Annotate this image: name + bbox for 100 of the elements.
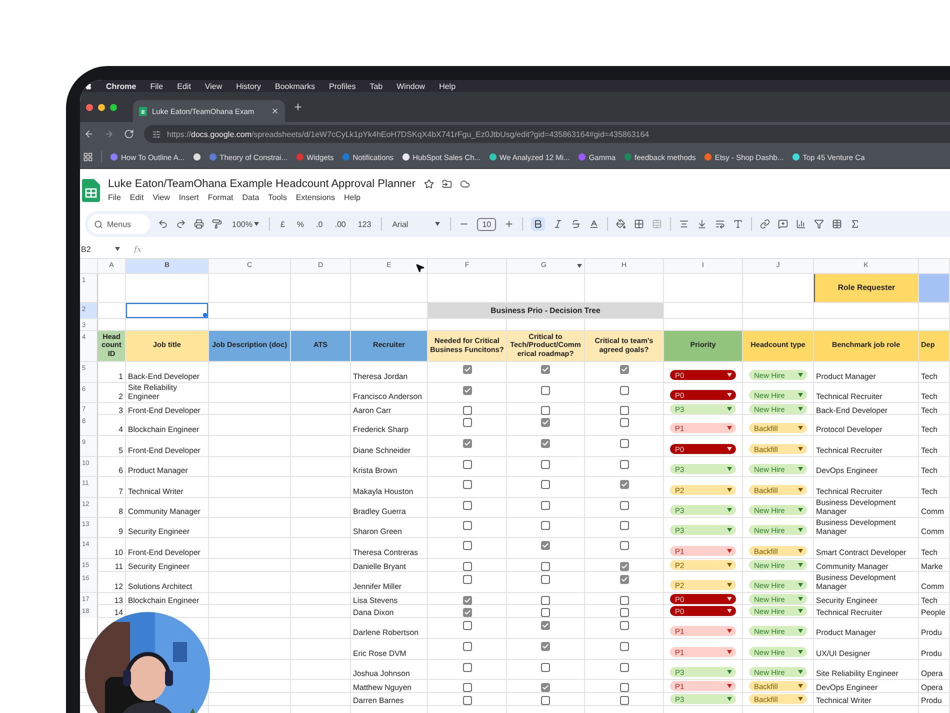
back-icon[interactable] (84, 129, 94, 139)
checkbox[interactable] (462, 608, 472, 617)
checkbox[interactable] (541, 439, 550, 448)
increase-decimal-button[interactable]: .00 (332, 218, 348, 230)
search-menus-field[interactable]: Menus (88, 214, 150, 234)
new-tab-icon[interactable] (293, 102, 303, 112)
checkbox[interactable] (462, 696, 472, 705)
checkbox[interactable] (462, 418, 472, 427)
italic-icon[interactable] (553, 219, 564, 229)
selected-cell[interactable] (126, 303, 208, 318)
checkbox[interactable] (462, 460, 472, 469)
bold-button[interactable] (531, 217, 546, 231)
functions-icon[interactable] (850, 219, 860, 229)
checkbox[interactable] (462, 501, 472, 510)
increase-size-icon[interactable] (504, 219, 514, 229)
wrap-text-icon[interactable] (715, 219, 726, 229)
zoom-dropdown[interactable]: 100% (230, 218, 262, 230)
checkbox[interactable] (462, 521, 472, 530)
checkbox[interactable] (620, 386, 628, 395)
close-icon[interactable] (271, 107, 279, 115)
checkbox[interactable] (620, 480, 628, 489)
address-field[interactable]: https://docs.google.com/spreadsheets/d/1eW7cCyLk1pYk4hEoH7DSKqX4bX741rFgu_Ez0JtbUsg/edit?gid=435863164#gid=435863164 (144, 125, 950, 143)
checkbox[interactable] (541, 406, 550, 415)
menu-item[interactable]: Extensions (296, 193, 335, 202)
checkbox[interactable] (462, 596, 472, 605)
checkbox[interactable] (620, 439, 628, 448)
checkbox[interactable] (620, 575, 628, 584)
apps-icon[interactable] (83, 152, 93, 162)
zoom-window-icon[interactable] (110, 104, 117, 110)
percent-button[interactable]: % (294, 218, 306, 230)
globe-icon[interactable] (192, 153, 201, 161)
menu-item[interactable]: Edit (130, 193, 144, 202)
checkbox[interactable] (620, 521, 628, 530)
menu-item[interactable]: Chrome (106, 82, 136, 90)
chart-icon[interactable] (796, 219, 806, 229)
checkbox[interactable] (541, 501, 550, 510)
menu-item[interactable]: History (236, 82, 262, 90)
vertical-align-icon[interactable] (697, 219, 708, 229)
checkbox[interactable] (541, 562, 550, 571)
filter-icon[interactable] (814, 219, 824, 229)
decrease-decimal-button[interactable]: .0 (314, 218, 325, 230)
checkbox[interactable] (620, 365, 628, 374)
menu-item[interactable]: Tools (268, 193, 287, 202)
close-window-icon[interactable] (86, 104, 93, 110)
text-color-icon[interactable] (589, 219, 600, 229)
checkbox[interactable] (462, 642, 472, 651)
forward-icon[interactable] (104, 129, 114, 139)
checkbox[interactable] (462, 621, 472, 630)
merge-cells-icon[interactable] (652, 219, 662, 229)
checkbox[interactable] (541, 621, 550, 630)
star-icon[interactable] (424, 179, 434, 189)
fill-color-icon[interactable] (616, 219, 626, 229)
checkbox[interactable] (541, 696, 550, 705)
checkbox[interactable] (462, 386, 472, 395)
text-rotation-icon[interactable] (733, 219, 744, 229)
checkbox[interactable] (620, 460, 628, 469)
folder-icon[interactable] (442, 179, 452, 189)
menu-item[interactable]: File (108, 193, 121, 202)
checkbox[interactable] (541, 608, 550, 617)
currency-button[interactable]: £ (278, 218, 287, 230)
comment-icon[interactable] (778, 219, 788, 229)
checkbox[interactable] (462, 663, 472, 672)
checkbox[interactable] (620, 642, 628, 651)
menu-item[interactable]: Bookmarks (275, 82, 316, 90)
checkbox[interactable] (620, 621, 628, 630)
print-icon[interactable] (194, 219, 204, 229)
checkbox[interactable] (462, 575, 472, 584)
checkbox[interactable] (620, 596, 628, 605)
checkbox[interactable] (620, 562, 628, 571)
checkbox[interactable] (541, 642, 550, 651)
site-settings-icon[interactable] (152, 130, 161, 138)
checkbox[interactable] (541, 418, 550, 427)
checkbox[interactable] (620, 418, 628, 427)
number-format-button[interactable]: 123 (356, 218, 374, 230)
checkbox[interactable] (462, 683, 472, 692)
checkbox[interactable] (462, 541, 472, 550)
menu-item[interactable]: View (204, 82, 222, 90)
menu-item[interactable]: View (152, 193, 170, 202)
checkbox[interactable] (620, 541, 628, 550)
menu-item[interactable]: Help (439, 82, 456, 90)
align-icon[interactable] (679, 219, 690, 229)
reload-icon[interactable] (124, 129, 134, 139)
checkbox[interactable] (462, 562, 472, 571)
menu-item[interactable]: Edit (177, 82, 191, 90)
checkbox[interactable] (462, 439, 472, 448)
checkbox[interactable] (541, 575, 550, 584)
font-size-field[interactable]: 10 (477, 218, 496, 230)
table-icon[interactable] (832, 219, 842, 229)
strikethrough-icon[interactable] (571, 219, 582, 229)
link-icon[interactable] (760, 219, 770, 229)
checkbox[interactable] (620, 663, 628, 672)
font-dropdown[interactable]: Arial (390, 218, 442, 230)
apple-logo-icon[interactable] (85, 82, 92, 90)
cell-reference[interactable]: B2 (81, 244, 91, 254)
checkbox[interactable] (541, 480, 550, 489)
checkbox[interactable] (541, 521, 550, 530)
minimize-window-icon[interactable] (98, 104, 105, 110)
menu-item[interactable]: Insert (178, 193, 199, 202)
undo-icon[interactable] (158, 219, 168, 229)
redo-icon[interactable] (176, 219, 186, 229)
